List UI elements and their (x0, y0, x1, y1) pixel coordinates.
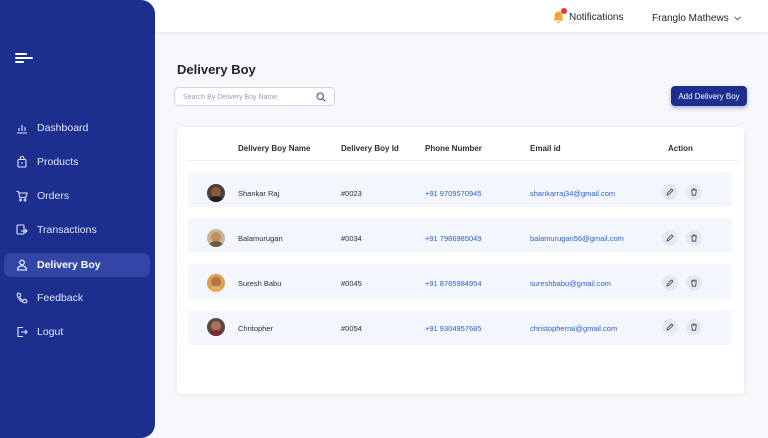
sidebar-item-dashboard[interactable]: Dashboard (4, 116, 150, 140)
column-header-id: Delivery Boy Id (341, 144, 399, 153)
notification-badge (561, 8, 567, 14)
add-delivery-boy-button[interactable]: Add Delivery Boy (671, 86, 747, 106)
avatar (207, 318, 225, 336)
pencil-icon (666, 279, 674, 287)
delete-button[interactable] (686, 275, 702, 291)
delivery-boy-name: Suresh Babu (238, 279, 282, 288)
email-id[interactable]: balamurugan56@gmail.com (530, 234, 624, 243)
bell-icon (552, 8, 567, 24)
sidebar-item-label: Feedback (37, 292, 84, 304)
search-input[interactable] (183, 91, 309, 103)
search-icon[interactable] (316, 92, 326, 102)
delete-button[interactable] (686, 184, 702, 200)
logout-icon (16, 326, 28, 338)
pencil-icon (666, 234, 674, 242)
delete-button[interactable] (686, 319, 702, 335)
page-title: Delivery Boy (177, 62, 256, 77)
sidebar-item-label: Orders (37, 190, 70, 202)
avatar (207, 274, 225, 292)
phone-number[interactable]: +91 9304957685 (425, 324, 482, 333)
transfer-icon (16, 224, 28, 236)
column-header-action: Action (668, 144, 693, 153)
delivery-boy-name: Balamurugan (238, 234, 283, 243)
delivery-boy-id: #0054 (341, 324, 362, 333)
chevron-down-icon (733, 16, 741, 21)
sidebar-item-label: Delivery Boy (37, 259, 101, 271)
column-header-phone: Phone Number (425, 144, 482, 153)
sidebar-item-label: Logut (37, 326, 64, 338)
edit-button[interactable] (662, 184, 678, 200)
sidebar-item-feedback[interactable]: Feedback (4, 286, 150, 310)
sidebar-item-label: Dashboard (37, 122, 89, 134)
delivery-boy-id: #0034 (341, 234, 362, 243)
column-header-email: Email id (530, 144, 561, 153)
email-id[interactable]: christopherrai@gmail.com (530, 324, 617, 333)
email-id[interactable]: shankarraj34@gmail.com (530, 189, 615, 198)
sidebar-item-label: Transactions (37, 224, 97, 236)
header-divider (187, 160, 739, 161)
menu-toggle-icon[interactable] (15, 53, 33, 63)
sidebar: Dashboard Products Orders Transactions D… (0, 0, 155, 438)
top-bar: Notifications Franglo Mathews (155, 0, 768, 32)
delete-button[interactable] (686, 230, 702, 246)
trash-icon (691, 279, 697, 287)
delivery-boy-name: Chritopher (238, 324, 274, 333)
phone-number[interactable]: +91 8785984954 (425, 279, 482, 288)
bag-icon (16, 156, 28, 168)
notifications-label: Notifications (569, 11, 624, 23)
sidebar-item-products[interactable]: Products (4, 150, 150, 174)
chart-icon (16, 122, 28, 134)
trash-icon (691, 323, 697, 331)
user-name: Franglo Mathews (652, 13, 729, 24)
phone-number[interactable]: +91 7986985049 (425, 234, 482, 243)
edit-button[interactable] (662, 275, 678, 291)
sidebar-item-label: Products (37, 156, 79, 168)
delivery-boy-id: #0045 (341, 279, 362, 288)
cart-icon (16, 190, 28, 202)
phone-number[interactable]: +91 9709570945 (425, 189, 482, 198)
edit-button[interactable] (662, 230, 678, 246)
sidebar-item-transactions[interactable]: Transactions (4, 218, 150, 242)
delivery-boy-name: Shankar Raj (238, 189, 280, 198)
trash-icon (691, 188, 697, 196)
trash-icon (691, 234, 697, 242)
avatar (207, 229, 225, 247)
user-menu[interactable]: Franglo Mathews (652, 13, 741, 24)
search-box (174, 87, 335, 106)
sidebar-item-logout[interactable]: Logut (4, 320, 150, 344)
sidebar-item-delivery-boy[interactable]: Delivery Boy (4, 253, 150, 277)
email-id[interactable]: sureshbabu@gmail.com (530, 279, 611, 288)
delivery-boy-id: #0023 (341, 189, 362, 198)
avatar (207, 184, 225, 202)
pencil-icon (666, 188, 674, 196)
pencil-icon (666, 323, 674, 331)
delivery-boy-table-card (177, 127, 744, 394)
sidebar-item-orders[interactable]: Orders (4, 184, 150, 208)
user-icon (16, 259, 28, 271)
notifications-button[interactable]: Notifications (552, 8, 624, 24)
phone-icon (16, 292, 28, 304)
edit-button[interactable] (662, 319, 678, 335)
column-header-name: Delivery Boy Name (238, 144, 311, 153)
